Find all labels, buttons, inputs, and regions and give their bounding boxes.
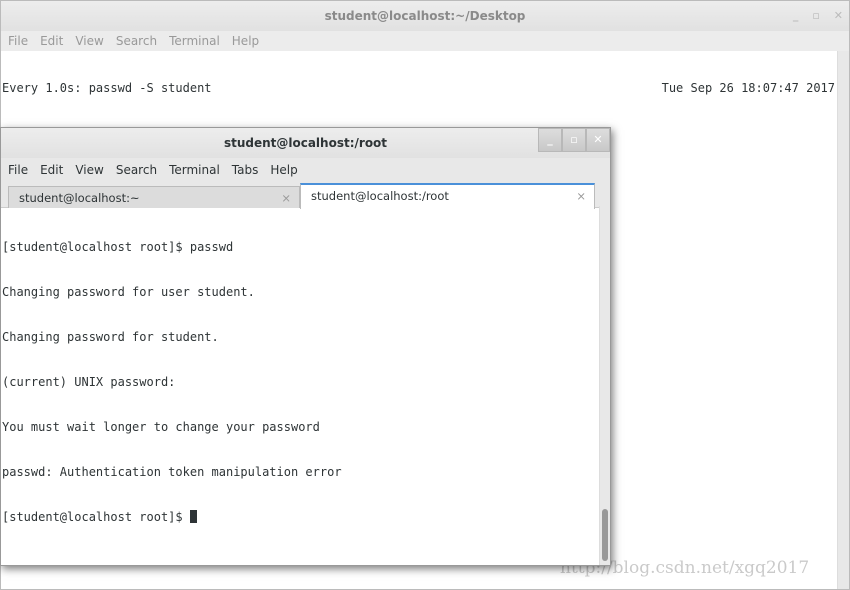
menu-edit[interactable]: Edit [40,158,63,182]
front-terminal-window[interactable]: student@localhost:/root _ ▫ ✕ File Edit Vi… [0,127,611,566]
terminal-line: (current) UNIX password: [2,375,176,389]
menu-search[interactable]: Search [116,31,157,51]
terminal-line: Changing password for user student. [2,285,255,299]
terminal-line: Changing password for student. [2,330,219,344]
menu-help[interactable]: Help [270,158,297,182]
watch-header: Every 1.0s: passwd -S student [2,81,212,95]
tab-home[interactable]: student@localhost:~ × [8,186,300,208]
tab-label: student@localhost:/root [311,189,449,203]
background-titlebar[interactable]: student@localhost:~/Desktop _ ▫ ✕ [1,1,849,31]
front-window-title: student@localhost:/root [223,136,388,150]
tab-close-icon[interactable]: × [576,185,586,207]
tab-root[interactable]: student@localhost:/root × [300,183,595,209]
close-icon[interactable]: ✕ [586,128,610,152]
menu-file[interactable]: File [8,158,28,182]
menu-terminal[interactable]: Terminal [169,31,220,51]
background-menubar: File Edit View Search Terminal Help [1,31,849,51]
menu-terminal[interactable]: Terminal [169,158,220,182]
scrollbar-thumb[interactable] [602,509,608,561]
terminal-line: passwd: Authentication token manipulatio… [2,465,342,479]
terminal-line: You must wait longer to change your pass… [2,420,320,434]
terminal-prompt: [student@localhost root]$ [2,510,190,524]
minimize-icon[interactable]: _ [538,128,562,152]
tab-label: student@localhost:~ [19,191,140,205]
minimize-icon[interactable]: _ [793,1,799,31]
front-titlebar[interactable]: student@localhost:/root _ ▫ ✕ [1,128,610,158]
menu-view[interactable]: View [75,31,103,51]
menu-search[interactable]: Search [116,158,157,182]
background-scrollbar[interactable] [837,51,849,589]
menu-tabs[interactable]: Tabs [232,158,259,182]
watch-timestamp: Tue Sep 26 18:07:47 2017 [661,81,835,95]
text-cursor [189,510,197,523]
maximize-icon[interactable]: ▫ [562,128,586,152]
menu-edit[interactable]: Edit [40,31,63,51]
menu-file[interactable]: File [8,31,28,51]
tab-bar: student@localhost:~ × student@localhost:/… [1,182,610,209]
front-terminal-output[interactable]: [student@localhost root]$ passwd Changin… [1,208,610,555]
maximize-icon[interactable]: ▫ [812,1,819,31]
menu-help[interactable]: Help [232,31,259,51]
menu-view[interactable]: View [75,158,103,182]
terminal-line: [student@localhost root]$ passwd [2,240,234,254]
front-scrollbar[interactable] [599,206,610,565]
close-icon[interactable]: ✕ [834,1,843,31]
tab-close-icon[interactable]: × [281,187,291,209]
front-menubar: File Edit View Search Terminal Tabs Help [1,158,610,182]
background-window-title: student@localhost:~/Desktop [324,9,526,23]
